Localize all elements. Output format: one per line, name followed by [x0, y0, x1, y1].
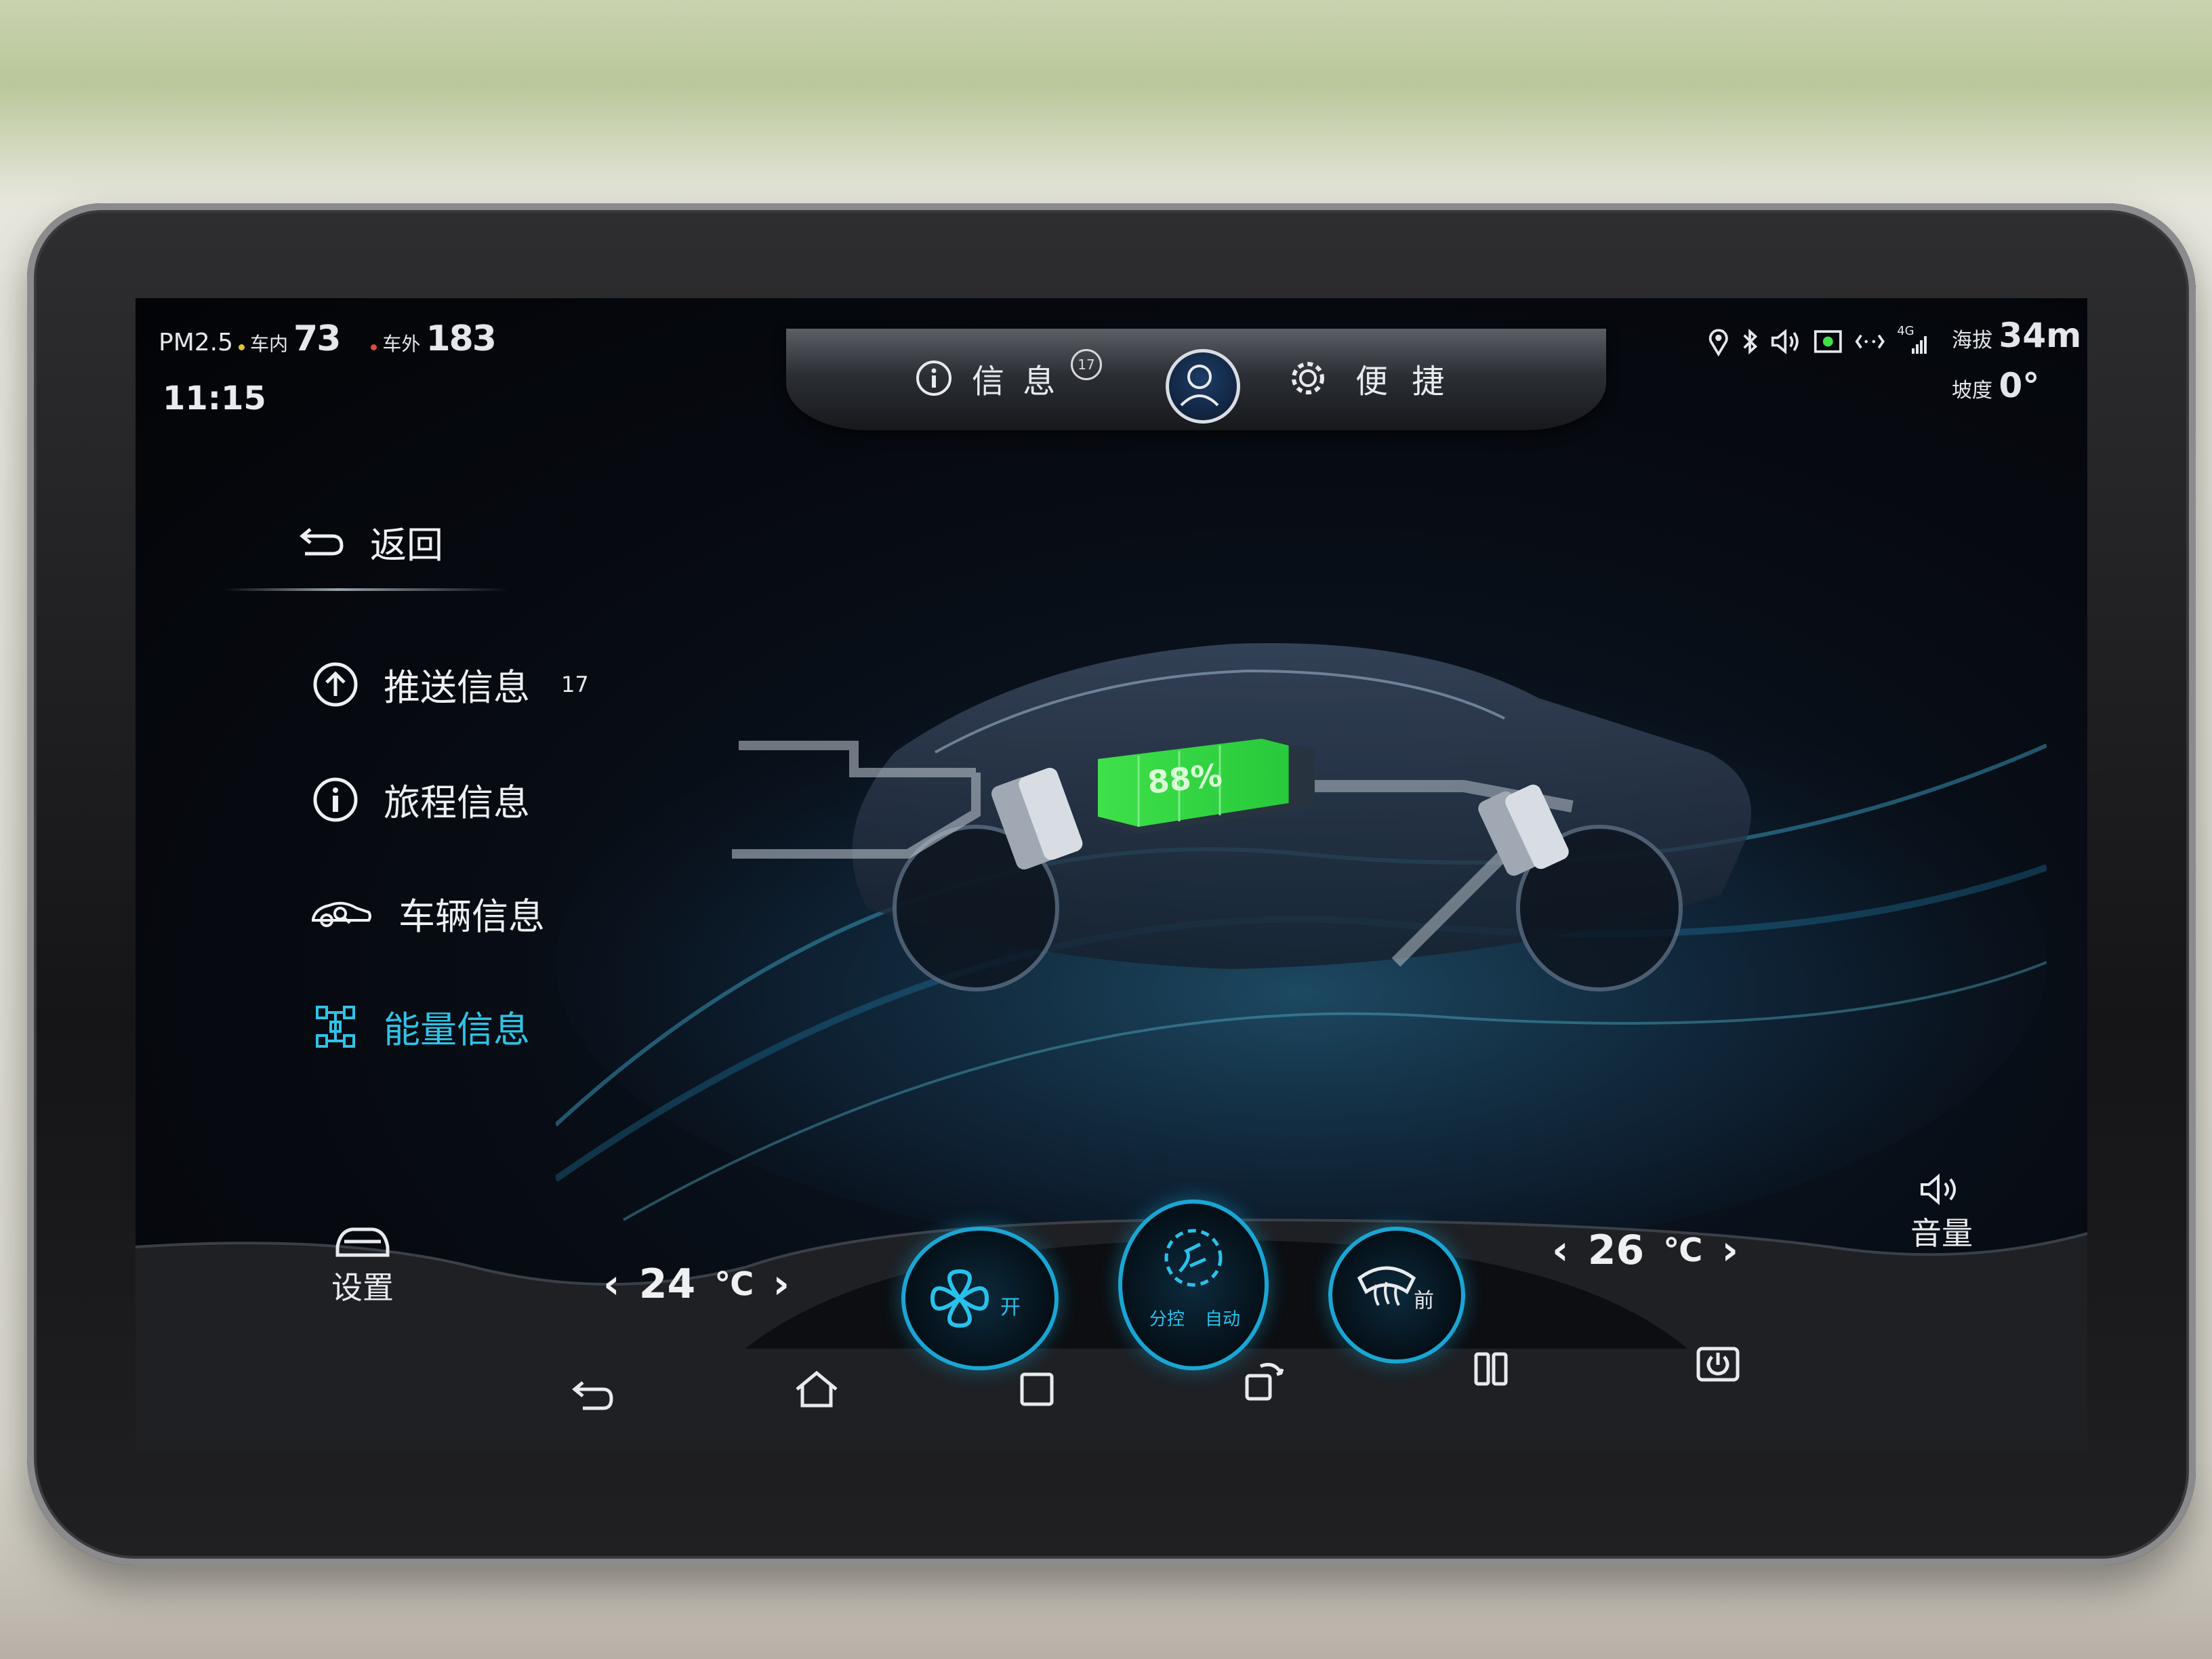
- car-settings-icon: [335, 1227, 390, 1257]
- front-defrost-button[interactable]: 前: [1328, 1227, 1465, 1364]
- passenger-temp-unit: ℃: [1663, 1231, 1703, 1269]
- info-tab-label: 信 息: [972, 363, 1060, 401]
- menu-item-label: 车辆信息: [398, 895, 545, 938]
- system-recents-button[interactable]: [1017, 1369, 1057, 1410]
- fan-icon: [930, 1269, 989, 1328]
- menu-divider: [224, 588, 508, 591]
- shortcut-tab[interactable]: 便 捷: [1288, 354, 1451, 402]
- outside-value: 183: [426, 319, 497, 359]
- passenger-temp-control: ‹ 26 ℃ ›: [1552, 1227, 1738, 1274]
- air-quality-readout: PM2.5 车内 73 车外 183: [159, 319, 497, 359]
- fan-state-label: 开: [1000, 1296, 1021, 1319]
- user-avatar[interactable]: [1166, 349, 1240, 424]
- car-inspect-icon: [312, 901, 371, 927]
- altitude-label: 海拔: [1952, 329, 1992, 352]
- data-transfer-icon: [1855, 334, 1885, 349]
- driver-temp-unit: ℃: [714, 1265, 754, 1303]
- screen-power-button[interactable]: [1694, 1342, 1742, 1389]
- inside-label: 车内: [250, 333, 289, 355]
- gear-icon: [1292, 362, 1324, 394]
- slope-label: 坡度: [1952, 379, 1992, 403]
- info-icon: [916, 361, 951, 396]
- menu-item-trip-info[interactable]: 旅程信息: [312, 773, 530, 826]
- bluetooth-icon: [1742, 329, 1757, 354]
- inside-value: 73: [293, 319, 341, 359]
- airflow-icon: [1164, 1229, 1223, 1287]
- driver-temp-decrease[interactable]: ‹: [603, 1261, 620, 1308]
- altitude-readout: 海拔 34m: [1952, 316, 2081, 355]
- upload-circle-icon: [313, 662, 358, 706]
- driver-temp-increase[interactable]: ›: [773, 1261, 790, 1308]
- signal-bars-icon: [1912, 336, 1927, 354]
- system-home-button[interactable]: [793, 1369, 840, 1410]
- screen-mirror-icon: [1814, 330, 1842, 353]
- auto-label: 自动: [1205, 1309, 1241, 1330]
- back-label: 返回: [370, 524, 443, 567]
- fan-button[interactable]: 开: [901, 1227, 1059, 1370]
- shortcut-tab-label: 便 捷: [1355, 363, 1452, 401]
- settings-button[interactable]: 设置: [319, 1220, 407, 1308]
- back-arrow-icon: [300, 527, 344, 555]
- pm25-label: PM2.5: [159, 329, 234, 356]
- menu-item-push-info[interactable]: 推送信息 17: [312, 657, 589, 711]
- menu-item-vehicle-info[interactable]: 车辆信息: [309, 886, 545, 940]
- split-screen-button[interactable]: [1471, 1349, 1511, 1389]
- battery-percent: 88%: [1146, 756, 1224, 800]
- defrost-icon: [1357, 1266, 1416, 1306]
- outside-dot: [371, 344, 377, 350]
- climate-bar-background: [136, 1218, 2087, 1450]
- passenger-temp-value: 26: [1587, 1227, 1645, 1274]
- menu-item-energy-info[interactable]: 能量信息: [312, 1000, 530, 1053]
- info-count-badge: 17: [1071, 349, 1102, 380]
- info-tab[interactable]: 信 息: [915, 354, 1059, 402]
- info-circle-icon: [313, 777, 358, 821]
- outside-label: 车外: [382, 333, 421, 355]
- defrost-front-label: 前: [1414, 1289, 1434, 1313]
- volume-button[interactable]: 音量: [1891, 1172, 1992, 1254]
- energy-flow-graphic: 88%: [556, 643, 2047, 1261]
- driver-temp-control: ‹ 24 ℃ ›: [603, 1261, 790, 1308]
- passenger-temp-decrease[interactable]: ‹: [1552, 1227, 1569, 1274]
- speaker-icon: [1771, 329, 1799, 354]
- slope-value: 0°: [1999, 366, 2040, 405]
- auto-climate-button[interactable]: 分控 自动: [1118, 1200, 1269, 1370]
- location-icon: [1708, 329, 1728, 356]
- inside-dot: [239, 344, 245, 350]
- menu-item-label: 能量信息: [384, 1008, 530, 1051]
- driver-temp-value: 24: [638, 1261, 696, 1308]
- altitude-value: 34m: [1999, 316, 2082, 355]
- menu-item-label: 旅程信息: [384, 781, 530, 824]
- back-button[interactable]: 返回: [298, 515, 443, 569]
- user-icon: [1180, 365, 1219, 407]
- menu-item-label: 推送信息: [384, 666, 530, 709]
- signal-indicator: 4G: [1897, 324, 1927, 356]
- screen-rotate-button[interactable]: [1240, 1355, 1288, 1403]
- top-nav-pill: 信 息 17 便 捷: [786, 329, 1606, 430]
- infotainment-screen: PM2.5 车内 73 车外 183 11:15 信 息 17 便 捷 4G 海…: [136, 298, 2087, 1450]
- powertrain-icon: [316, 1005, 355, 1048]
- volume-label: 音量: [1910, 1215, 1973, 1252]
- clock: 11:15: [163, 380, 266, 417]
- slope-readout: 坡度 0°: [1952, 366, 2039, 405]
- status-icons: 4G: [1708, 324, 1927, 356]
- volume-icon: [1921, 1173, 1956, 1206]
- passenger-temp-increase[interactable]: ›: [1721, 1227, 1738, 1274]
- zone-control-label: 分控: [1149, 1309, 1185, 1330]
- system-back-button[interactable]: [569, 1376, 617, 1416]
- settings-label: 设置: [331, 1269, 394, 1306]
